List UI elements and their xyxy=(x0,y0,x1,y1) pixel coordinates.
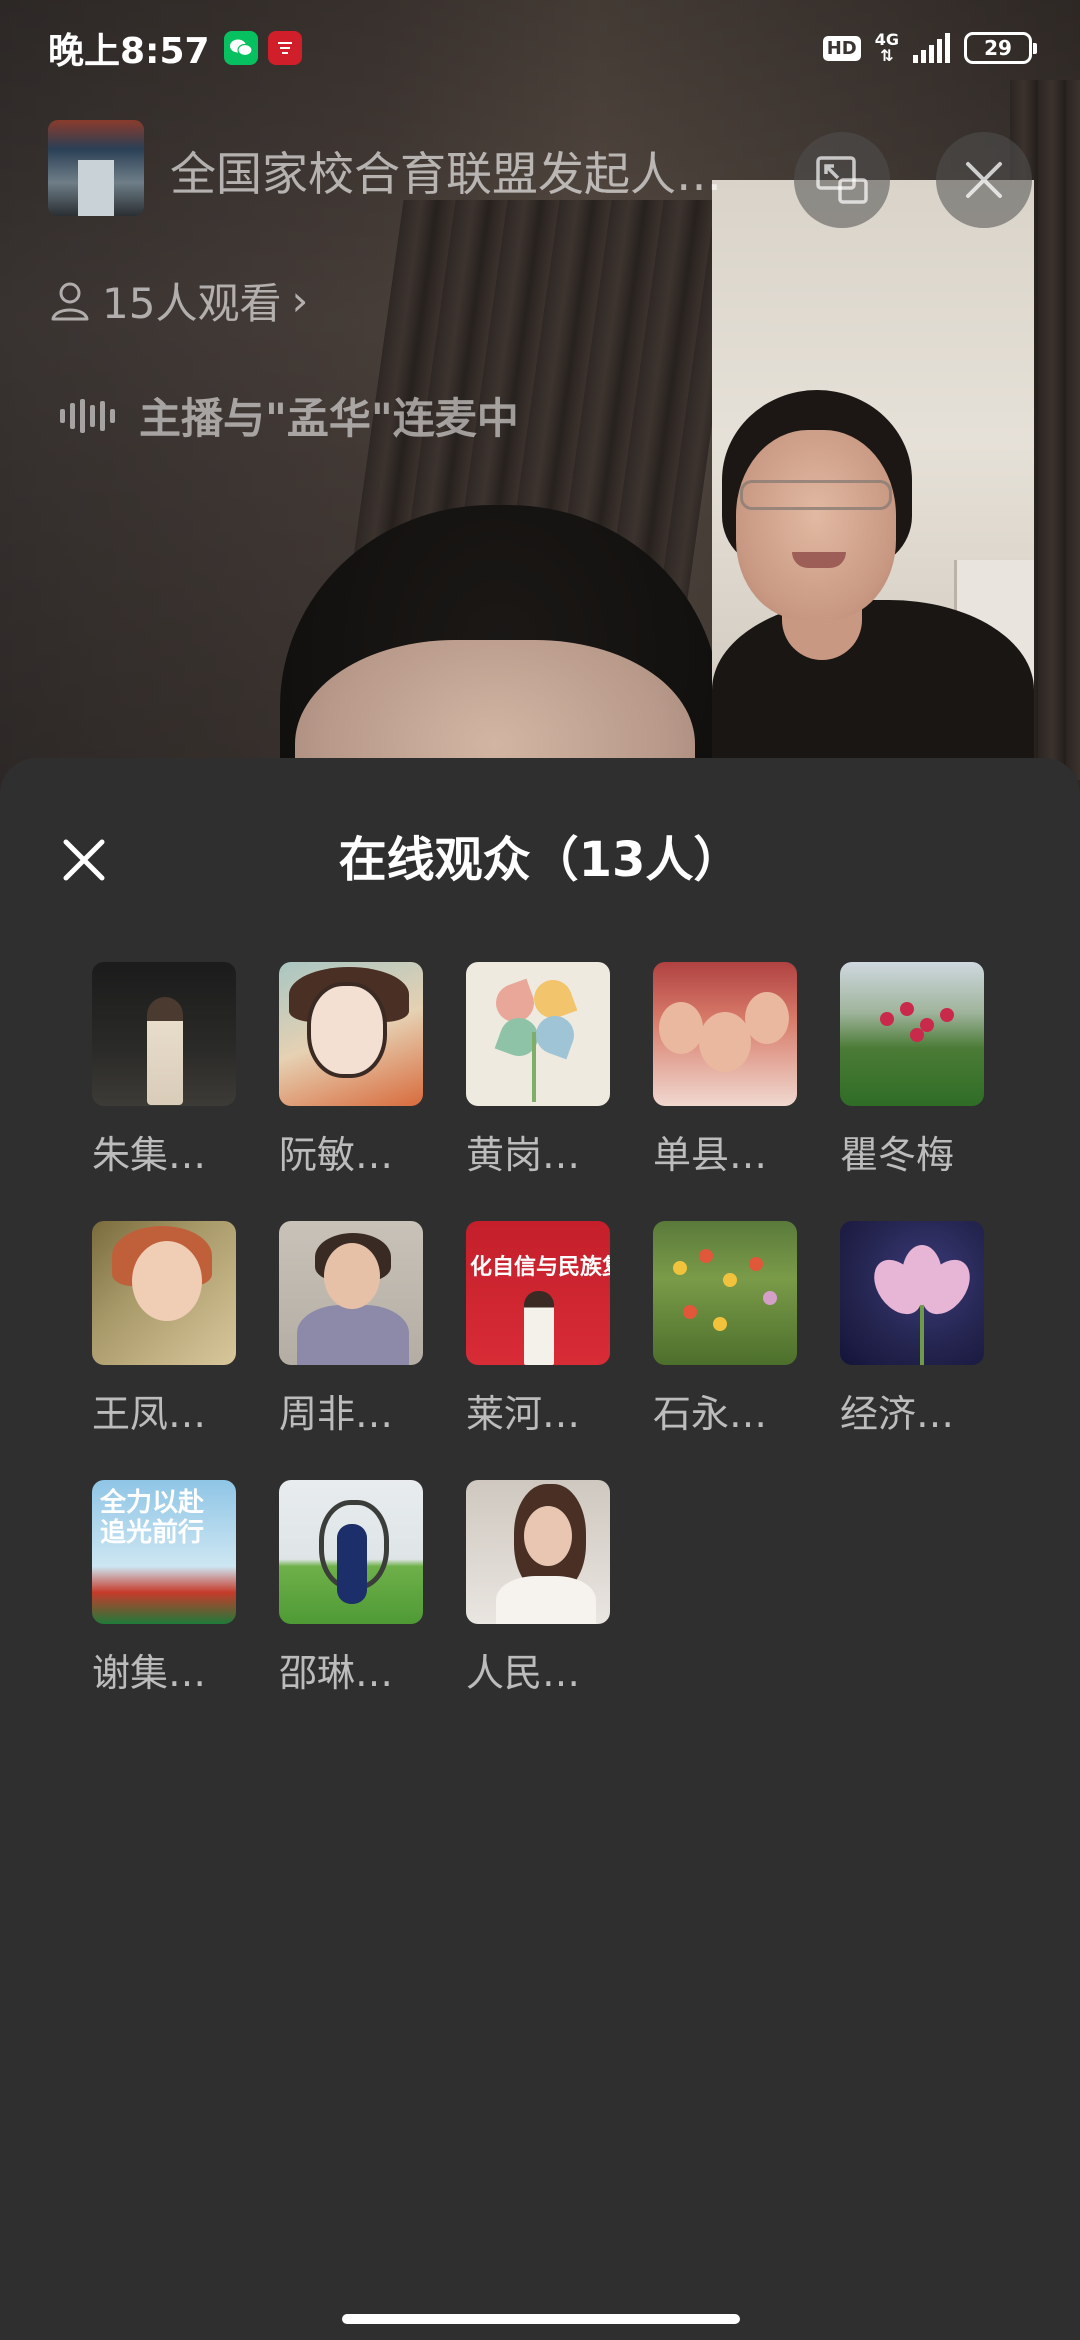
audience-name: 朱集… xyxy=(92,1133,207,1177)
audience-name: 邵琳… xyxy=(279,1651,394,1695)
audience-avatar xyxy=(279,962,423,1106)
network-data-arrows-icon: ⇅ xyxy=(880,46,894,65)
audience-avatar xyxy=(92,962,236,1106)
audience-avatar xyxy=(653,1221,797,1365)
close-live-button[interactable] xyxy=(936,132,1032,228)
audience-member[interactable]: 瞿冬梅 xyxy=(840,962,984,1179)
sheet-title: 在线观众（13人） xyxy=(338,832,742,888)
audience-name: 经济… xyxy=(840,1392,955,1436)
study-app-notification-icon xyxy=(267,31,302,65)
audience-name: 石永… xyxy=(653,1392,768,1436)
audio-wave-icon xyxy=(60,398,115,434)
person-icon xyxy=(51,282,89,320)
audience-avatar xyxy=(466,1480,610,1624)
status-bar: 晚上8:57 HD 4G ⇅ 29 xyxy=(0,0,1080,96)
battery-level: 29 xyxy=(984,36,1012,60)
audience-name: 谢集… xyxy=(92,1651,207,1695)
cohost-video-window[interactable] xyxy=(712,180,1034,760)
audience-name: 莱河… xyxy=(466,1392,581,1436)
audience-member[interactable]: 周非… xyxy=(279,1221,423,1438)
picture-in-picture-icon xyxy=(816,156,868,204)
audience-member[interactable]: 邵琳… xyxy=(279,1480,423,1697)
status-time: 晚上8:57 xyxy=(48,31,210,72)
audience-member[interactable]: 王凤… xyxy=(92,1221,236,1438)
wechat-notification-icon xyxy=(223,31,258,65)
co-mic-status-text: 主播与"孟华"连麦中 xyxy=(139,394,519,443)
audience-name: 黄岗… xyxy=(466,1133,581,1177)
minimize-pip-button[interactable] xyxy=(794,132,890,228)
cohost-mouth xyxy=(792,552,846,568)
audience-member[interactable]: 全力以赴 追光前行 谢集… xyxy=(92,1480,236,1697)
audience-avatar: 全力以赴 追光前行 xyxy=(92,1480,236,1624)
audience-name: 王凤… xyxy=(92,1392,207,1436)
audience-avatar xyxy=(653,962,797,1106)
live-room-title[interactable]: 全国家校合育联盟发起人… xyxy=(170,138,770,204)
co-mic-status: 主播与"孟华"连麦中 xyxy=(60,385,519,446)
audience-grid: 朱集… 阮敏… 黄岗… 单县… 瞿冬梅 王凤… 周非… 化自信与民族复 莱河… … xyxy=(92,962,1022,1697)
live-room-avatar[interactable] xyxy=(48,120,144,216)
audience-name: 瞿冬梅 xyxy=(840,1133,955,1177)
cohost-glasses xyxy=(740,480,892,510)
audience-avatar xyxy=(466,962,610,1106)
avatar-poster-text: 全力以赴 追光前行 xyxy=(100,1488,204,1548)
audience-avatar: 化自信与民族复 xyxy=(466,1221,610,1365)
cohost-body xyxy=(712,600,1034,760)
audience-name: 单县… xyxy=(653,1133,768,1177)
network-type: 4G ⇅ xyxy=(875,32,899,64)
audience-member[interactable]: 朱集… xyxy=(92,962,236,1179)
audience-avatar xyxy=(840,962,984,1106)
close-icon xyxy=(966,162,1002,198)
hd-voice-badge: HD xyxy=(822,35,861,61)
audience-member[interactable]: 化自信与民族复 莱河… xyxy=(466,1221,610,1438)
chevron-right-icon: › xyxy=(291,276,309,325)
audience-avatar xyxy=(279,1221,423,1365)
online-audience-sheet: 在线观众（13人） 朱集… 阮敏… 黄岗… 单县… 瞿冬梅 王凤… 周非… 化自… xyxy=(0,758,1080,2340)
avatar-banner-text: 化自信与民族复 xyxy=(470,1255,610,1280)
viewer-count-text: 15人观看 xyxy=(102,279,282,328)
signal-strength-icon xyxy=(913,33,950,63)
home-indicator[interactable] xyxy=(342,2314,740,2324)
poster-line-1: 全力以赴 xyxy=(100,1488,205,1518)
audience-member[interactable]: 单县… xyxy=(653,962,797,1179)
viewer-count-link[interactable]: 15人观看 › xyxy=(48,270,308,331)
audience-avatar xyxy=(840,1221,984,1365)
audience-name: 阮敏… xyxy=(279,1133,394,1177)
audience-name: 周非… xyxy=(279,1392,394,1436)
audience-member[interactable]: 经济… xyxy=(840,1221,984,1438)
audience-member[interactable]: 阮敏… xyxy=(279,962,423,1179)
audience-member[interactable]: 黄岗… xyxy=(466,962,610,1179)
avatar-corridor-image xyxy=(78,160,114,216)
audience-member[interactable]: 石永… xyxy=(653,1221,797,1438)
cohost-face xyxy=(736,430,896,620)
audience-member[interactable]: 人民… xyxy=(466,1480,610,1697)
battery-icon: 29 xyxy=(964,32,1037,64)
audience-avatar xyxy=(279,1480,423,1624)
status-indicators: HD 4G ⇅ 29 xyxy=(822,32,1037,64)
audience-avatar xyxy=(92,1221,236,1365)
audience-name: 人民… xyxy=(466,1651,581,1695)
poster-line-2: 追光前行 xyxy=(100,1518,205,1548)
